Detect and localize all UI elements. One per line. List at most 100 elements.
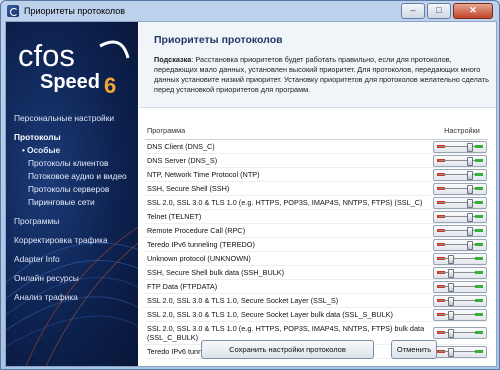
nav-traffic-shaping[interactable]: Корректировка трафика bbox=[14, 234, 136, 247]
table-row: SSL 2.0, SSL 3.0 & TLS 1.0, Secure Socke… bbox=[145, 308, 488, 322]
table-row: DNS Client (DNS_C) bbox=[145, 140, 488, 154]
high-priority-marker bbox=[475, 200, 483, 204]
close-button[interactable]: ✕ bbox=[453, 3, 493, 19]
maximize-button[interactable]: □ bbox=[427, 3, 451, 19]
priority-slider[interactable] bbox=[433, 345, 487, 358]
window-controls: – □ ✕ bbox=[401, 3, 493, 19]
nav-p2p[interactable]: Пиринговые сети bbox=[14, 196, 136, 209]
protocol-name: SSL 2.0, SSL 3.0 & TLS 1.0, Secure Socke… bbox=[147, 310, 393, 319]
page-title: Приоритеты протоколов bbox=[154, 34, 283, 46]
protocol-name: SSH, Secure Shell (SSH) bbox=[147, 184, 230, 193]
priority-slider[interactable] bbox=[433, 266, 487, 279]
slider-knob[interactable] bbox=[447, 347, 454, 357]
window-title: Приоритеты протоколов bbox=[24, 6, 126, 16]
cfos-speed-logo: cfos Speed 6 bbox=[16, 36, 132, 98]
sidebar-nav: Персональные настройки Протоколы Особые … bbox=[14, 112, 136, 304]
protocol-name: Remote Procedure Call (RPC) bbox=[147, 226, 246, 235]
priority-slider[interactable] bbox=[433, 252, 487, 265]
nav-protocols[interactable]: Протоколы bbox=[14, 131, 136, 144]
protocol-name: SSH, Secure Shell bulk data (SSH_BULK) bbox=[147, 268, 285, 277]
priority-slider[interactable] bbox=[433, 210, 487, 223]
slider-knob[interactable] bbox=[466, 240, 473, 250]
table-row: NTP, Network Time Protocol (NTP) bbox=[145, 168, 488, 182]
page-header: Приоритеты протоколов Подсказка: Расстан… bbox=[139, 22, 496, 108]
table-row: SSL 2.0, SSL 3.0 & TLS 1.0, Secure Socke… bbox=[145, 294, 488, 308]
slider-knob[interactable] bbox=[447, 254, 454, 264]
priority-slider[interactable] bbox=[433, 196, 487, 209]
high-priority-marker bbox=[475, 331, 483, 334]
hint-label: Подсказка bbox=[154, 55, 192, 64]
slider-knob[interactable] bbox=[447, 296, 454, 306]
slider-knob[interactable] bbox=[466, 142, 473, 152]
high-priority-marker bbox=[475, 284, 483, 288]
protocol-name: DNS Client (DNS_C) bbox=[147, 142, 215, 151]
column-settings: Настройки bbox=[444, 126, 480, 135]
priority-slider[interactable] bbox=[433, 327, 487, 339]
table-row: Telnet (TELNET) bbox=[145, 210, 488, 224]
nav-special[interactable]: Особые bbox=[14, 144, 136, 157]
priority-slider[interactable] bbox=[433, 238, 487, 251]
nav-server-protocols[interactable]: Протоколы серверов bbox=[14, 183, 136, 196]
high-priority-marker bbox=[475, 242, 483, 246]
slider-knob[interactable] bbox=[447, 310, 454, 320]
priority-slider[interactable] bbox=[433, 154, 487, 167]
logo-brand-text: cfos bbox=[18, 38, 75, 73]
high-priority-marker bbox=[475, 214, 483, 218]
slider-knob[interactable] bbox=[447, 268, 454, 278]
protocol-name: FTP Data (FTPDATA) bbox=[147, 282, 218, 291]
client-area: cfos Speed 6 Персональные настройки Прот… bbox=[5, 21, 497, 367]
high-priority-marker bbox=[475, 270, 483, 274]
protocol-name: Teredo IPv6 tunneling (TEREDO) bbox=[147, 240, 255, 249]
nav-adapter-info[interactable]: Adapter Info bbox=[14, 253, 136, 266]
logo-sub-text: Speed bbox=[40, 71, 100, 93]
nav-programs[interactable]: Программы bbox=[14, 215, 136, 228]
slider-knob[interactable] bbox=[466, 156, 473, 166]
slider-knob[interactable] bbox=[466, 198, 473, 208]
nav-personal-settings[interactable]: Персональные настройки bbox=[14, 112, 136, 125]
slider-knob[interactable] bbox=[447, 329, 454, 338]
app-window: Приоритеты протоколов – □ ✕ cfos Speed 6 bbox=[0, 0, 500, 370]
priority-slider[interactable] bbox=[433, 308, 487, 321]
logo-version-text: 6 bbox=[104, 73, 116, 98]
priority-slider[interactable] bbox=[433, 224, 487, 237]
high-priority-marker bbox=[475, 256, 483, 260]
high-priority-marker bbox=[475, 172, 483, 176]
protocol-name: DNS Server (DNS_S) bbox=[147, 156, 218, 165]
table-row: Unknown protocol (UNKNOWN) bbox=[145, 252, 488, 266]
slider-knob[interactable] bbox=[466, 184, 473, 194]
column-program: Программа bbox=[147, 126, 186, 135]
hint-text: Подсказка: Расстановка приоритетов будет… bbox=[154, 55, 489, 95]
slider-knob[interactable] bbox=[447, 282, 454, 292]
table-header: Программа Настройки bbox=[145, 126, 488, 140]
nav-streaming[interactable]: Потоковое аудио и видео bbox=[14, 170, 136, 183]
priority-slider[interactable] bbox=[433, 168, 487, 181]
high-priority-marker bbox=[475, 298, 483, 302]
protocol-name: SSL 2.0, SSL 3.0 & TLS 1.0, Secure Socke… bbox=[147, 296, 339, 305]
protocol-table: Программа Настройки DNS Client (DNS_C) DN… bbox=[145, 126, 488, 359]
sidebar: cfos Speed 6 Персональные настройки Прот… bbox=[6, 22, 138, 366]
high-priority-marker bbox=[475, 158, 483, 162]
table-row: FTP Data (FTPDATA) bbox=[145, 280, 488, 294]
protocol-name: SSL 2.0, SSL 3.0 & TLS 1.0 (e.g. HTTPS, … bbox=[147, 198, 423, 207]
priority-slider[interactable] bbox=[433, 294, 487, 307]
priority-slider[interactable] bbox=[433, 182, 487, 195]
slider-knob[interactable] bbox=[466, 226, 473, 236]
table-row: Teredo IPv6 tunneling (TEREDO) bbox=[145, 238, 488, 252]
nav-analysis[interactable]: Анализ трафика bbox=[14, 291, 136, 304]
nav-online[interactable]: Онлайн ресурсы bbox=[14, 272, 136, 285]
app-icon bbox=[7, 5, 19, 17]
cancel-button[interactable]: Отменить bbox=[391, 340, 437, 359]
nav-client-protocols[interactable]: Протоколы клиентов bbox=[14, 157, 136, 170]
slider-knob[interactable] bbox=[466, 212, 473, 222]
table-row: SSH, Secure Shell (SSH) bbox=[145, 182, 488, 196]
priority-slider[interactable] bbox=[433, 140, 487, 153]
minimize-button[interactable]: – bbox=[401, 3, 425, 19]
hint-body: : Расстановка приоритетов будет работать… bbox=[154, 55, 489, 94]
main-panel: Приоритеты протоколов Подсказка: Расстан… bbox=[139, 22, 496, 366]
save-protocols-button[interactable]: Сохранить настройки протоколов bbox=[201, 340, 374, 359]
protocol-name: Unknown protocol (UNKNOWN) bbox=[147, 254, 251, 263]
priority-slider[interactable] bbox=[433, 280, 487, 293]
slider-knob[interactable] bbox=[466, 170, 473, 180]
high-priority-marker bbox=[475, 228, 483, 232]
high-priority-marker bbox=[475, 312, 483, 316]
